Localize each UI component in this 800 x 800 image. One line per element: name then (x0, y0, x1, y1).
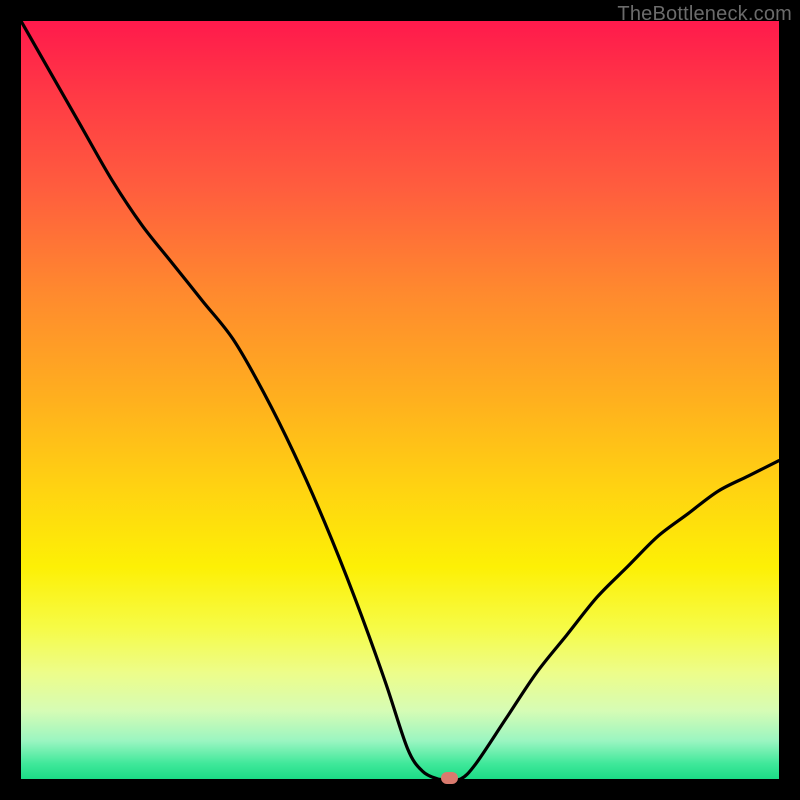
curve-path (21, 21, 779, 779)
bottleneck-curve (21, 21, 779, 779)
chart-plot-area (21, 21, 779, 779)
optimum-marker (441, 772, 458, 784)
watermark-text: TheBottleneck.com (617, 3, 792, 26)
